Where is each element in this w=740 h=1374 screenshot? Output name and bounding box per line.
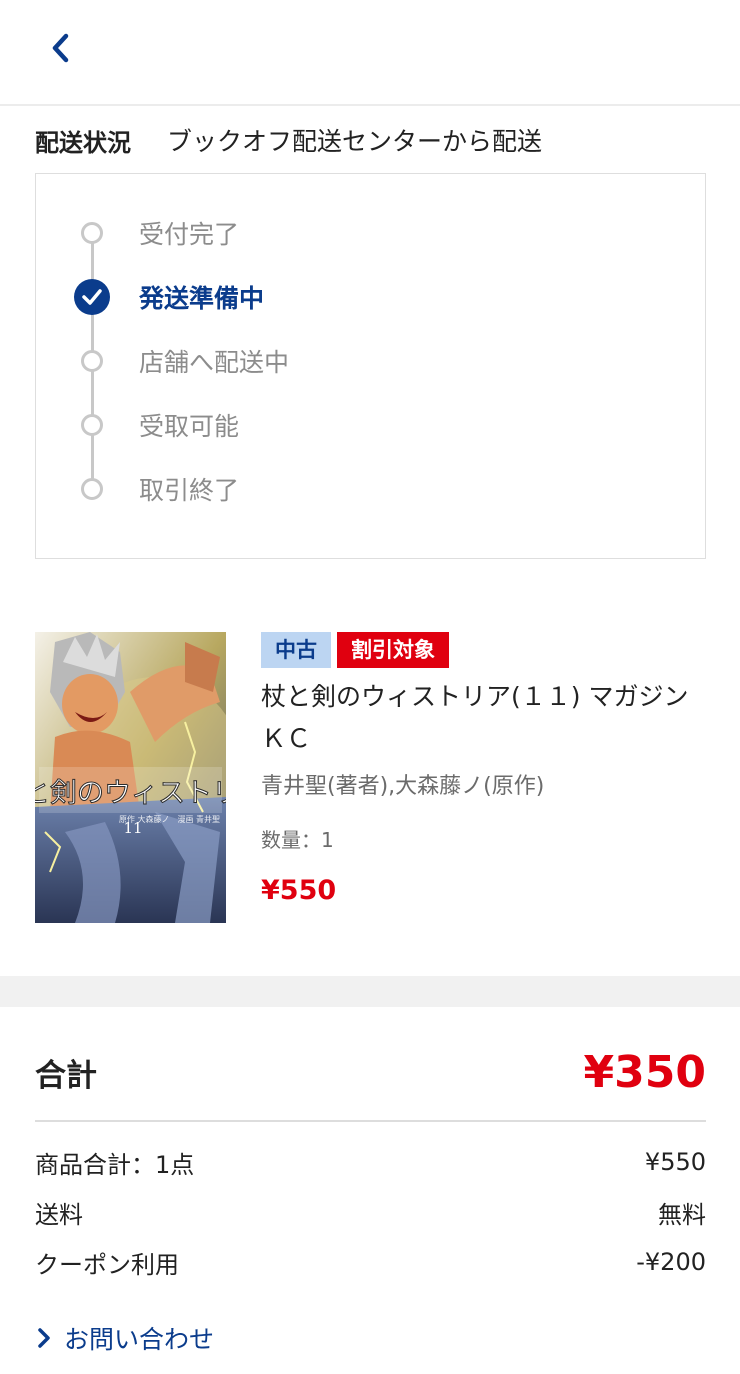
step-label: 受付完了	[139, 220, 240, 249]
product-title[interactable]: 杖と剣のウィストリア(１１) マガジンＫＣ	[261, 676, 706, 760]
subtotal-label: 商品合計：1点	[35, 1150, 195, 1179]
shipping-fee-label: 送料	[35, 1200, 83, 1229]
product-details: 中古 割引対象 杖と剣のウィストリア(１１) マガジンＫＣ 青井聖(著者),大森…	[261, 632, 706, 906]
check-circle-icon	[74, 279, 110, 315]
shipping-fee-row: 送料 無料	[35, 1192, 706, 1232]
coupon-value: -¥200	[636, 1248, 706, 1276]
product-price: ¥550	[261, 875, 337, 906]
product-badges: 中古 割引対象	[261, 632, 706, 668]
subtotal-value: ¥550	[644, 1148, 706, 1176]
chevron-right-icon	[38, 1328, 50, 1348]
coupon-row: クーポン利用 -¥200	[35, 1242, 706, 1282]
subtotal-row: 商品合計：1点 ¥550	[35, 1142, 706, 1182]
book-cover-image[interactable]: 杖と剣のウィストリア 11 原作 大森藤ノ 漫画 青井聖	[35, 632, 226, 923]
shipping-status-value: ブックオフ配送センターから配送	[167, 127, 543, 156]
shipping-status-row: 配送状況 ブックオフ配送センターから配送	[35, 120, 542, 160]
product-quantity: 数量：1	[261, 828, 334, 852]
used-badge: 中古	[261, 632, 331, 668]
cover-title-text: 杖と剣のウィストリア	[35, 778, 226, 809]
section-divider	[0, 976, 740, 1007]
product-author: 青井聖(著者),大森藤ノ(原作)	[261, 774, 545, 799]
step-label-current: 発送準備中	[139, 284, 265, 313]
total-row: 合計 ¥350	[35, 1040, 706, 1104]
step-label: 店舗へ配送中	[139, 348, 290, 377]
shipping-progress-panel: 受付完了 発送準備中 店舗へ配送中 受取可能 取引終了	[35, 173, 706, 559]
discount-badge: 割引対象	[337, 632, 449, 668]
shipping-fee-value: 無料	[658, 1200, 706, 1229]
step-dot-icon	[81, 414, 103, 436]
divider	[35, 1120, 706, 1122]
inquiry-link[interactable]: お問い合わせ	[36, 1318, 214, 1358]
shipping-status-label: 配送状況	[35, 128, 131, 157]
total-value: ¥350	[583, 1046, 706, 1098]
step-dot-icon	[81, 350, 103, 372]
step-label: 取引終了	[139, 476, 240, 505]
app-header	[0, 0, 740, 106]
step-dot-icon	[81, 222, 103, 244]
product-item[interactable]: 杖と剣のウィストリア 11 原作 大森藤ノ 漫画 青井聖 中古 割引対象 杖と剣…	[35, 632, 706, 924]
chevron-left-icon	[52, 33, 69, 63]
cover-credits-text: 原作 大森藤ノ 漫画 青井聖	[119, 814, 220, 824]
back-button[interactable]	[38, 26, 82, 70]
step-dot-icon	[81, 478, 103, 500]
total-label: 合計	[35, 1057, 97, 1094]
inquiry-label[interactable]: お問い合わせ	[64, 1320, 214, 1356]
step-label: 受取可能	[139, 412, 240, 441]
coupon-label: クーポン利用	[35, 1250, 179, 1279]
